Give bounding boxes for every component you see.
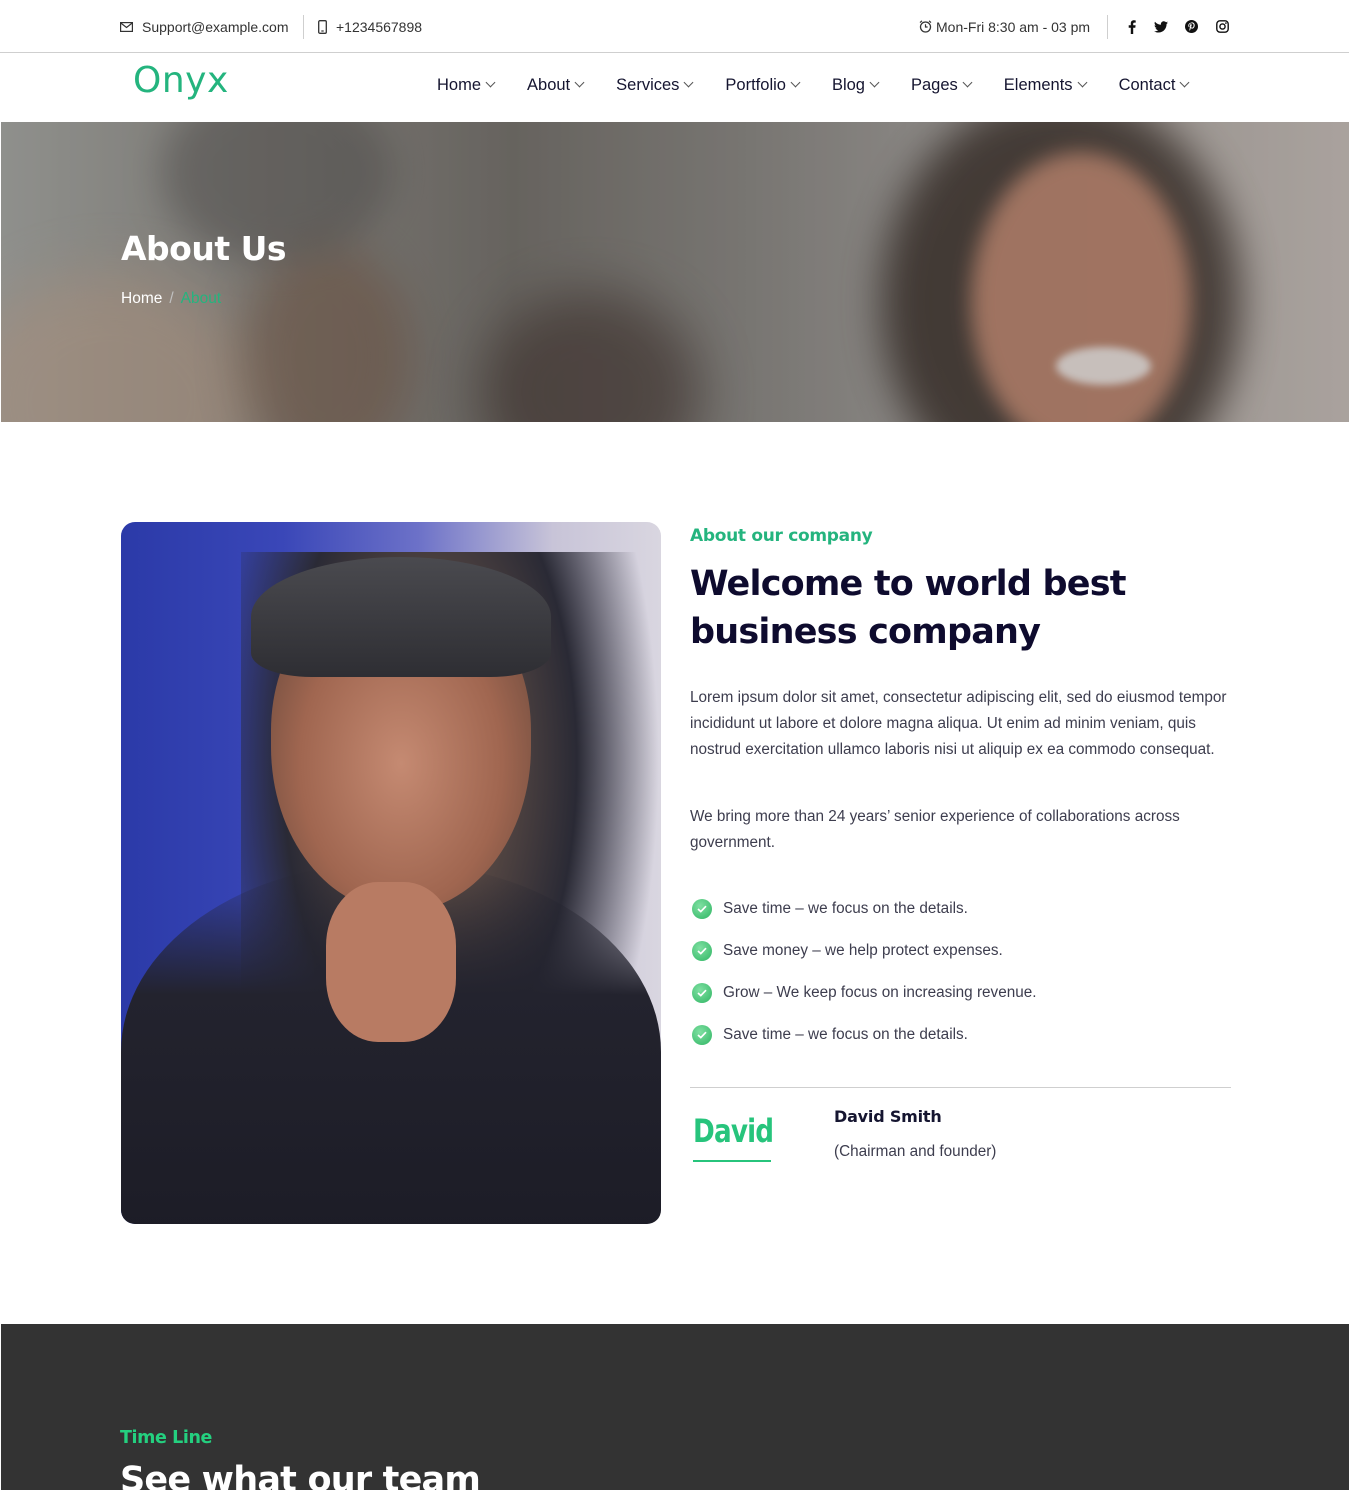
nav-item-portfolio[interactable]: Portfolio: [725, 75, 801, 95]
email-text: Support@example.com: [142, 18, 289, 35]
list-item: Grow – We keep focus on increasing reven…: [692, 972, 1036, 1014]
facebook-icon[interactable]: [1125, 19, 1139, 34]
business-hours: Mon-Fri 8:30 am - 03 pm: [919, 0, 1090, 53]
nav-label: Pages: [910, 75, 958, 94]
timeline-section: Time Line See what our team: [1, 1324, 1349, 1490]
top-bar: Support@example.com +1234567898 Mon-Fri …: [0, 0, 1349, 53]
banner-overlay: [1, 122, 1349, 422]
timeline-heading: See what our team: [120, 1460, 481, 1490]
envelope-icon: [120, 21, 133, 32]
check-circle-icon: [692, 1025, 712, 1045]
alarm-clock-icon: [919, 20, 932, 33]
signature-image: David: [693, 1112, 774, 1164]
instagram-icon[interactable]: [1215, 20, 1229, 34]
nav-label: Home: [437, 75, 482, 94]
phone-text: +1234567898: [336, 18, 423, 35]
headline-line-2: business company: [690, 612, 1041, 652]
breadcrumb: Home / About: [121, 290, 221, 308]
benefits-list: Save time – we focus on the details. Sav…: [692, 888, 1036, 1056]
list-item-text: Save time – we focus on the details.: [723, 1026, 968, 1043]
nav-label: Contact: [1118, 75, 1176, 94]
chevron-down-icon: [485, 77, 496, 88]
list-item-text: Save time – we focus on the details.: [723, 900, 968, 917]
list-item-text: Grow – We keep focus on increasing reven…: [723, 984, 1037, 1001]
page-banner: About Us Home / About: [1, 122, 1349, 422]
breadcrumb-home-link[interactable]: Home: [121, 290, 162, 308]
list-item: Save time – we focus on the details.: [692, 888, 1036, 930]
breadcrumb-separator: /: [169, 290, 174, 307]
nav-label: About: [527, 75, 571, 94]
chairman-photo: [121, 522, 661, 1224]
primary-nav: Home About Services Portfolio Blog Pages…: [437, 53, 1190, 117]
topbar-divider: [1107, 15, 1108, 39]
founder-role: (Chairman and founder): [834, 1143, 997, 1160]
section-divider: [690, 1087, 1231, 1088]
section-eyebrow: About our company: [690, 526, 873, 546]
main-navbar: Onyx Home About Services Portfolio Blog …: [0, 53, 1349, 122]
check-circle-icon: [692, 899, 712, 919]
nav-item-about[interactable]: About: [527, 75, 585, 95]
nav-label: Services: [616, 75, 680, 94]
breadcrumb-current: About: [180, 290, 222, 307]
check-circle-icon: [692, 983, 712, 1003]
twitter-icon[interactable]: [1154, 20, 1168, 34]
chevron-down-icon: [1077, 77, 1088, 88]
contact-email[interactable]: Support@example.com: [120, 0, 289, 53]
list-item-text: Save money – we help protect expenses.: [723, 942, 1003, 959]
nav-item-home[interactable]: Home: [437, 75, 496, 95]
pinterest-icon[interactable]: [1184, 20, 1198, 34]
timeline-eyebrow: Time Line: [120, 1428, 213, 1448]
headline-line-1: Welcome to world best: [690, 564, 1126, 604]
site-logo[interactable]: Onyx: [133, 60, 229, 101]
nav-item-pages[interactable]: Pages: [910, 75, 973, 95]
nav-label: Portfolio: [725, 75, 786, 94]
mobile-phone-icon: [318, 19, 327, 34]
social-links: [1125, 0, 1229, 53]
nav-label: Elements: [1003, 75, 1073, 94]
signature-underline: [693, 1160, 771, 1162]
contact-phone[interactable]: +1234567898: [318, 0, 422, 53]
intro-paragraph: Lorem ipsum dolor sit amet, consectetur …: [690, 689, 1227, 758]
nav-item-elements[interactable]: Elements: [1003, 75, 1088, 95]
nav-item-services[interactable]: Services: [616, 75, 694, 95]
chevron-down-icon: [683, 77, 694, 88]
nav-item-contact[interactable]: Contact: [1118, 75, 1190, 95]
list-item: Save time – we focus on the details.: [692, 1014, 1036, 1056]
nav-label: Blog: [831, 75, 865, 94]
chevron-down-icon: [1179, 77, 1190, 88]
hours-text: Mon-Fri 8:30 am - 03 pm: [936, 18, 1091, 35]
founder-name: David Smith: [834, 1107, 942, 1126]
check-circle-icon: [692, 941, 712, 961]
nav-item-blog[interactable]: Blog: [831, 75, 880, 95]
chevron-down-icon: [574, 77, 585, 88]
signature-text: David: [693, 1112, 774, 1150]
section-headline: Welcome to world best business company: [690, 560, 1210, 656]
chevron-down-icon: [962, 77, 973, 88]
experience-paragraph: We bring more than 24 years’ senior expe…: [690, 808, 1180, 851]
chevron-down-icon: [869, 77, 880, 88]
topbar-divider: [303, 15, 304, 39]
chevron-down-icon: [790, 77, 801, 88]
list-item: Save money – we help protect expenses.: [692, 930, 1036, 972]
page-title: About Us: [121, 229, 287, 268]
